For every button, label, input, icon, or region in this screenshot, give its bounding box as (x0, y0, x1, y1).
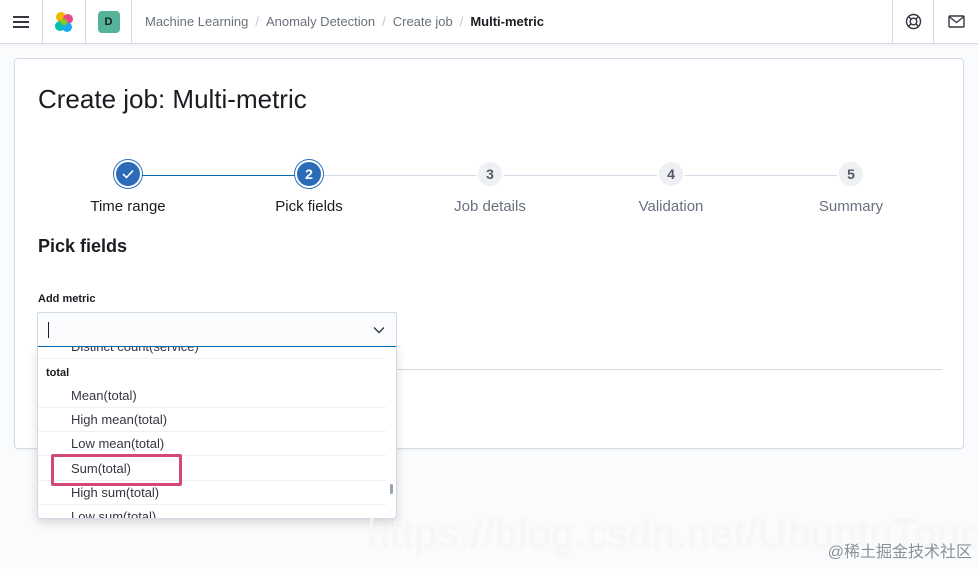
space-selector[interactable]: D (86, 0, 132, 43)
add-metric-label: Add metric (38, 293, 96, 305)
step-title: Pick fields (275, 198, 343, 215)
breadcrumb-anomaly-detection[interactable]: Anomaly Detection (266, 14, 375, 29)
page-title: Create job: Multi-metric (38, 84, 307, 114)
newsfeed-button[interactable] (934, 0, 978, 43)
breadcrumb-separator: / (459, 14, 464, 29)
help-lifebuoy-icon (905, 13, 921, 30)
step-number: 3 (476, 160, 504, 188)
text-caret (48, 322, 49, 338)
step-number: 4 (657, 160, 685, 188)
step-title: Summary (818, 198, 884, 215)
option-low-mean-total[interactable]: Low mean(total) (38, 432, 386, 456)
top-header: D Machine Learning / Anomaly Detection /… (0, 0, 978, 44)
option-low-sum-total[interactable]: Low sum(total) (38, 505, 386, 518)
space-avatar: D (97, 10, 120, 33)
step-title: Job details (454, 198, 526, 215)
breadcrumb-current: Multi-metric (470, 14, 545, 29)
elastic-logo[interactable] (43, 0, 86, 43)
check-icon (122, 169, 134, 179)
step-title: Time range (90, 198, 166, 215)
step-complete-check (114, 160, 142, 188)
dropdown-scrollbar[interactable] (390, 484, 393, 494)
metric-options-list[interactable]: Distinct count(service) total Mean(total… (37, 347, 397, 519)
help-button[interactable] (892, 0, 934, 43)
section-divider (397, 369, 942, 370)
breadcrumb-separator: / (255, 14, 259, 29)
option-group-label: total (46, 367, 70, 379)
add-metric-combobox[interactable] (37, 312, 397, 348)
step-connector-incomplete (309, 175, 851, 176)
step-pick-fields[interactable]: 2 Pick fields (234, 160, 384, 215)
watermark-source: @稀土掘金技术社区 (827, 544, 972, 561)
breadcrumb-separator: / (382, 14, 386, 29)
step-number: 2 (295, 160, 323, 188)
mail-icon (947, 15, 965, 28)
elastic-logo-icon (55, 11, 73, 32)
step-title: Validation (638, 198, 704, 215)
breadcrumb-machine-learning[interactable]: Machine Learning (145, 14, 248, 29)
breadcrumb-create-job[interactable]: Create job (393, 14, 453, 29)
option-high-mean-total[interactable]: High mean(total) (38, 408, 386, 432)
section-title: Pick fields (38, 236, 128, 256)
option-mean-total[interactable]: Mean(total) (38, 384, 386, 408)
step-time-range[interactable]: Time range (53, 160, 203, 215)
step-number: 5 (837, 160, 865, 188)
highlight-box-sum-total (51, 454, 182, 486)
step-job-details[interactable]: 3 Job details (415, 160, 565, 215)
hamburger-icon (13, 15, 29, 28)
step-validation[interactable]: 4 Validation (596, 160, 746, 215)
breadcrumb: Machine Learning / Anomaly Detection / C… (145, 0, 544, 43)
option-distinct-count-service[interactable]: Distinct count(service) (38, 347, 386, 359)
menu-button[interactable] (0, 0, 43, 43)
step-summary[interactable]: 5 Summary (776, 160, 926, 215)
chevron-down-icon[interactable] (372, 323, 386, 337)
